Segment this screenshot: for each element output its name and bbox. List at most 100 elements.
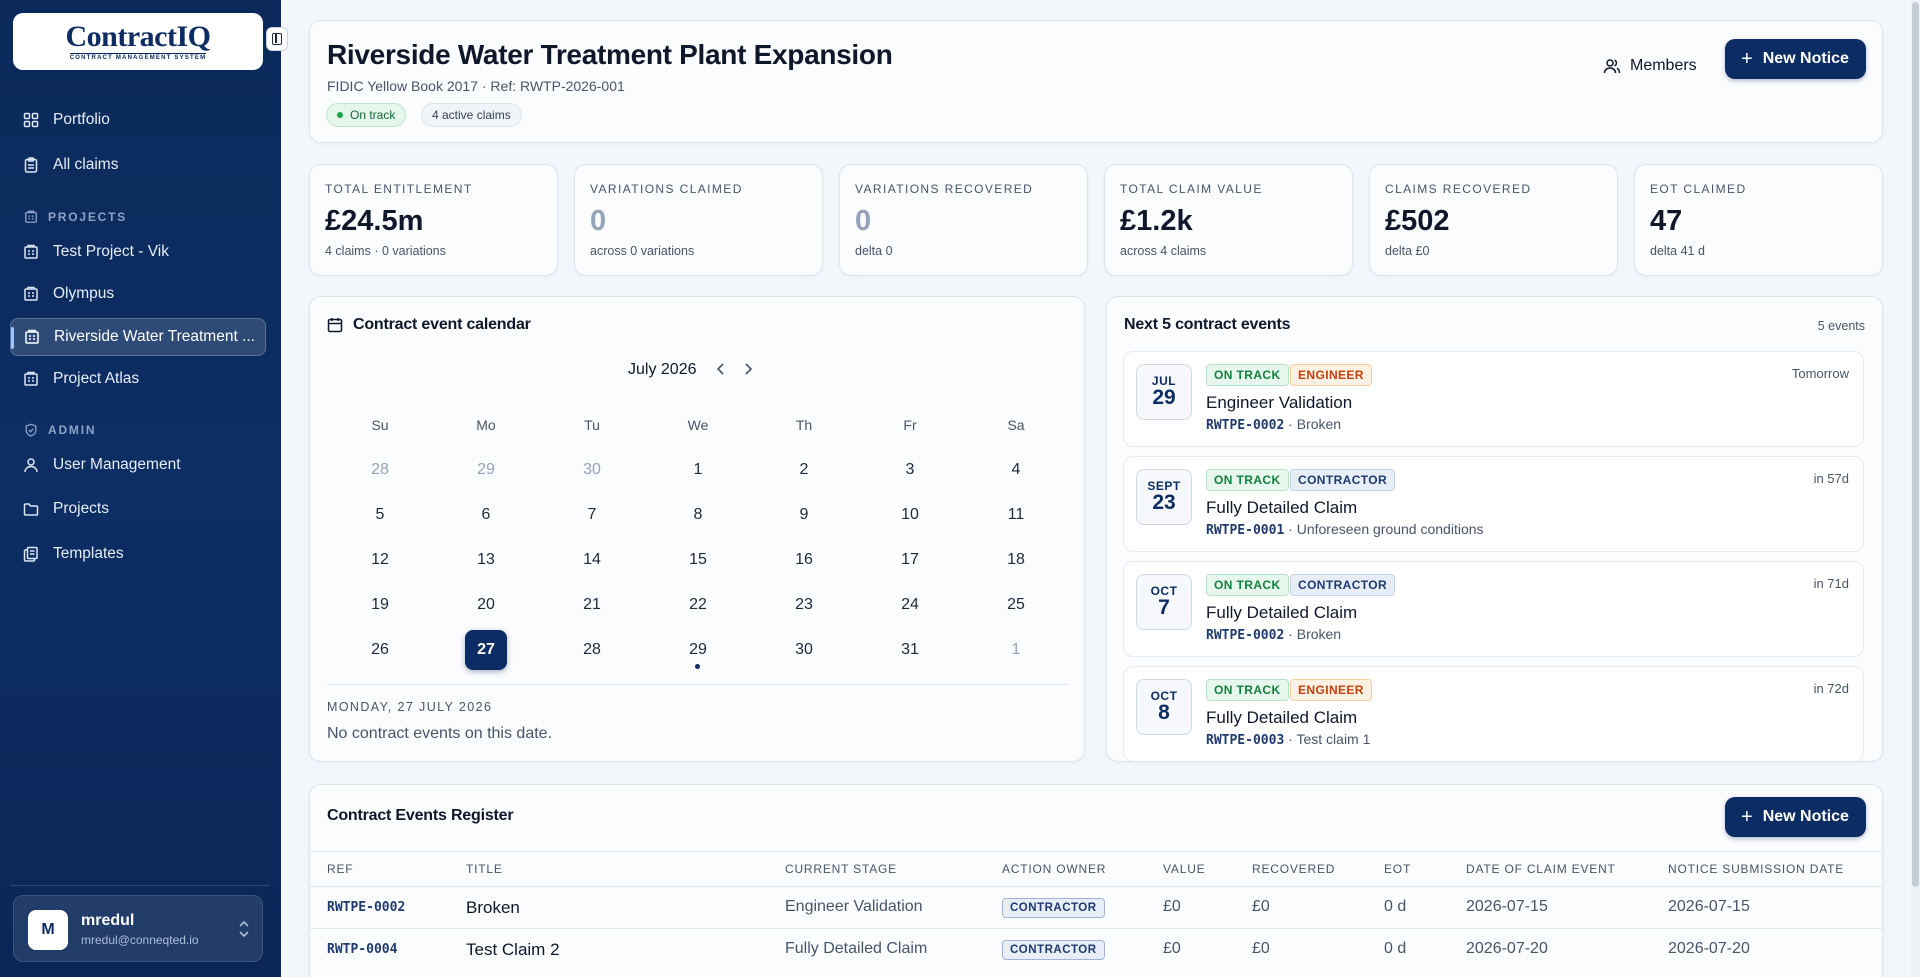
stat-value: 47 [1650, 205, 1683, 237]
collapse-sidebar-button[interactable] [266, 27, 288, 51]
event-item[interactable]: OCT 7 ON TRACK CONTRACTOR Fully Detailed… [1123, 561, 1864, 657]
user-menu[interactable]: M mredul mredul@conneqted.io [13, 895, 263, 962]
folder-icon [23, 501, 39, 517]
cell-ref[interactable]: RWTPE-0002 [327, 900, 405, 915]
nav-item-all-claims[interactable]: All claims [10, 146, 266, 184]
nav-label: Project Atlas [53, 370, 140, 387]
column-header[interactable]: DATE OF CLAIM EVENT [1466, 862, 1616, 876]
nav-item-riverside-water-treatment[interactable]: Riverside Water Treatment ... [10, 318, 266, 356]
calendar-day[interactable]: 30 [783, 630, 825, 670]
calendar-day[interactable]: 24 [889, 585, 931, 625]
calendar-day[interactable]: 14 [571, 540, 613, 580]
status-label: On track [350, 108, 396, 122]
calendar-day[interactable]: 16 [783, 540, 825, 580]
event-day: 23 [1152, 491, 1176, 514]
nav-item-olympus[interactable]: Olympus [10, 275, 266, 313]
calendar-day[interactable]: 2 [783, 450, 825, 490]
event-day: 8 [1158, 701, 1170, 724]
calendar-day[interactable]: 12 [359, 540, 401, 580]
cell-ref[interactable]: RWTP-0004 [327, 942, 397, 957]
stat-total-entitlement: TOTAL ENTITLEMENT £24.5m 4 claims · 0 va… [309, 164, 558, 276]
nav-item-projects[interactable]: Projects [10, 490, 266, 528]
calendar-day[interactable]: 21 [571, 585, 613, 625]
weekday-label: Su [371, 417, 389, 433]
contract-events-register: Contract Events Register + New Notice RE… [309, 784, 1884, 977]
user-name: mredul [81, 912, 135, 929]
calendar-day[interactable]: 4 [995, 450, 1037, 490]
calendar-day[interactable]: 8 [677, 495, 719, 535]
nav-label: User Management [53, 456, 181, 473]
event-item[interactable]: JUL 29 ON TRACK ENGINEER Engineer Valida… [1123, 351, 1864, 447]
event-desc: Broken [1296, 416, 1342, 432]
templates-icon [23, 546, 39, 562]
calendar-day-with-event[interactable]: 29 [677, 630, 719, 670]
status-badge: On track [326, 103, 407, 127]
column-header[interactable]: VALUE [1163, 862, 1205, 876]
sidebar-divider [10, 885, 270, 886]
calendar-day[interactable]: 28 [359, 450, 401, 490]
calendar-day[interactable]: 20 [465, 585, 507, 625]
event-ref: RWTPE-0002 [1206, 418, 1285, 433]
page-scrollbar[interactable] [1911, 0, 1920, 977]
calendar-day[interactable]: 9 [783, 495, 825, 535]
calendar-day[interactable]: 26 [359, 630, 401, 670]
calendar-day[interactable]: 30 [571, 450, 613, 490]
grid-icon [23, 112, 39, 128]
calendar-day[interactable]: 15 [677, 540, 719, 580]
nav-item-templates[interactable]: Templates [10, 535, 266, 573]
calendar-day[interactable]: 6 [465, 495, 507, 535]
column-header[interactable]: TITLE [466, 862, 503, 876]
stat-value: £1.2k [1120, 205, 1193, 237]
prev-month-button[interactable] [714, 361, 728, 381]
column-header[interactable]: ACTION OWNER [1002, 862, 1106, 876]
active-claims-badge: 4 active claims [421, 103, 522, 127]
calendar-day[interactable]: 5 [359, 495, 401, 535]
event-date-badge: SEPT 23 [1136, 469, 1192, 525]
column-header[interactable]: EOT [1384, 862, 1411, 876]
column-header[interactable]: NOTICE SUBMISSION DATE [1668, 862, 1844, 876]
nav-label: Templates [53, 545, 124, 562]
calendar-day[interactable]: 1 [995, 630, 1037, 670]
app-logo[interactable]: ContractIQ CONTRACT MANAGEMENT SYSTEM [13, 13, 263, 70]
calendar-day[interactable]: 29 [465, 450, 507, 490]
calendar-day[interactable]: 1 [677, 450, 719, 490]
column-header[interactable]: REF [327, 862, 353, 876]
calendar-day[interactable]: 25 [995, 585, 1037, 625]
calendar-day[interactable]: 19 [359, 585, 401, 625]
nav-item-project-atlas[interactable]: Project Atlas [10, 360, 266, 398]
calendar-day-selected[interactable]: 27 [465, 630, 507, 670]
register-new-notice-button[interactable]: + New Notice [1725, 797, 1866, 837]
stat-label: EOT CLAIMED [1650, 182, 1747, 196]
calendar-day[interactable]: 10 [889, 495, 931, 535]
column-header[interactable]: RECOVERED [1252, 862, 1335, 876]
user-icon [23, 457, 39, 473]
calendar-day[interactable]: 23 [783, 585, 825, 625]
event-ref: RWTPE-0001 [1206, 523, 1285, 538]
nav-item-test-project-vik[interactable]: Test Project - Vik [10, 233, 266, 271]
calendar-day[interactable]: 11 [995, 495, 1037, 535]
cell-stage: Engineer Validation [785, 898, 923, 915]
calendar-day[interactable]: 28 [571, 630, 613, 670]
weekday-label: Tu [584, 417, 600, 433]
calendar-day[interactable]: 18 [995, 540, 1037, 580]
calendar-day[interactable]: 3 [889, 450, 931, 490]
new-notice-button[interactable]: + New Notice [1725, 39, 1866, 79]
calendar-day[interactable]: 7 [571, 495, 613, 535]
stat-label: VARIATIONS RECOVERED [855, 182, 1034, 196]
stat-label: CLAIMS RECOVERED [1385, 182, 1532, 196]
event-item[interactable]: OCT 8 ON TRACK ENGINEER Fully Detailed C… [1123, 666, 1864, 761]
calendar-day[interactable]: 13 [465, 540, 507, 580]
nav-item-portfolio[interactable]: Portfolio [10, 101, 266, 139]
members-button[interactable]: Members [1603, 48, 1697, 84]
event-when: in 71d [1813, 576, 1849, 591]
calendar-day[interactable]: 31 [889, 630, 931, 670]
column-header[interactable]: CURRENT STAGE [785, 862, 897, 876]
next-month-button[interactable] [741, 361, 755, 381]
event-item[interactable]: SEPT 23 ON TRACK CONTRACTOR Fully Detail… [1123, 456, 1864, 552]
status-dot-icon [337, 112, 343, 118]
nav-item-user-management[interactable]: User Management [10, 446, 266, 484]
scrollbar-thumb[interactable] [1912, 2, 1919, 887]
calendar-day[interactable]: 22 [677, 585, 719, 625]
calendar-day[interactable]: 17 [889, 540, 931, 580]
stat-variations-claimed: VARIATIONS CLAIMED 0 across 0 variations [574, 164, 823, 276]
